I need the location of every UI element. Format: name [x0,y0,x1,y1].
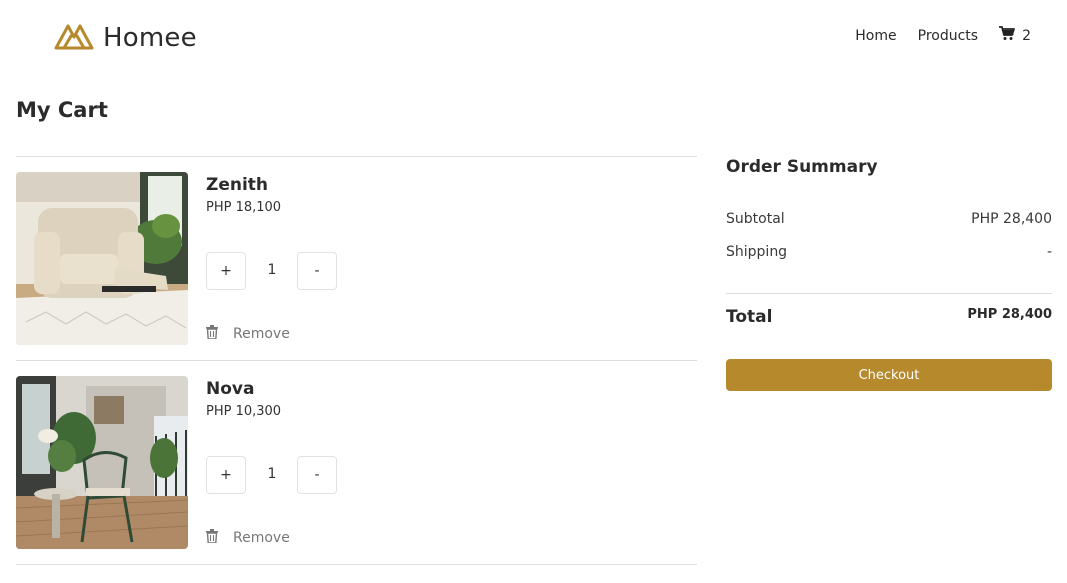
checkout-button[interactable]: Checkout [726,359,1052,391]
top-nav: Home Products 2 [855,26,1031,45]
recliner-armchair-photo [16,172,188,345]
summary-divider [726,293,1052,294]
cart-item: Nova PHP 10,300 + 1 - Remove [16,361,697,565]
cart-item-name: Nova [206,379,255,399]
shipping-label: Shipping [726,244,788,260]
nav-cart-link[interactable]: 2 [999,26,1031,45]
quantity-value: 1 [267,262,277,278]
trash-icon [206,529,218,547]
increase-quantity-button[interactable]: + [206,252,246,290]
order-summary-title: Order Summary [726,157,878,177]
cart-item-price: PHP 18,100 [206,200,282,215]
cart-item-price: PHP 10,300 [206,404,282,419]
decrease-quantity-button[interactable]: - [297,252,337,290]
subtotal-label: Subtotal [726,211,785,227]
page-title: My Cart [16,98,108,122]
cart-item: Zenith PHP 18,100 + 1 - Remove [16,157,697,361]
remove-item-button[interactable]: Remove [206,325,290,343]
shipping-row: Shipping - [726,244,1052,260]
remove-label: Remove [233,326,290,342]
subtotal-value: PHP 28,400 [971,211,1052,227]
cart-icon [999,26,1015,45]
brand-name: Homee [103,23,197,53]
cart-item-list: Zenith PHP 18,100 + 1 - Remove Nova PHP … [16,156,697,565]
trash-icon [206,325,218,343]
nav-products-link[interactable]: Products [918,28,978,44]
remove-item-button[interactable]: Remove [206,529,290,547]
patio-chair-photo [16,376,188,549]
nav-home-link[interactable]: Home [855,28,896,44]
quantity-value: 1 [267,466,277,482]
subtotal-row: Subtotal PHP 28,400 [726,211,1052,227]
total-row: Total PHP 28,400 [726,307,1052,327]
increase-quantity-button[interactable]: + [206,456,246,494]
total-value: PHP 28,400 [967,307,1052,322]
homee-logo-icon [54,20,94,56]
remove-label: Remove [233,530,290,546]
brand-logo[interactable]: Homee [54,20,197,56]
cart-item-name: Zenith [206,175,269,195]
order-summary-panel: Order Summary Subtotal PHP 28,400 Shippi… [726,157,1052,391]
shipping-value: - [1046,244,1052,260]
site-header: Homee Home Products 2 [0,0,1067,72]
total-label: Total [726,307,773,327]
cart-count-badge: 2 [1022,27,1031,44]
decrease-quantity-button[interactable]: - [297,456,337,494]
